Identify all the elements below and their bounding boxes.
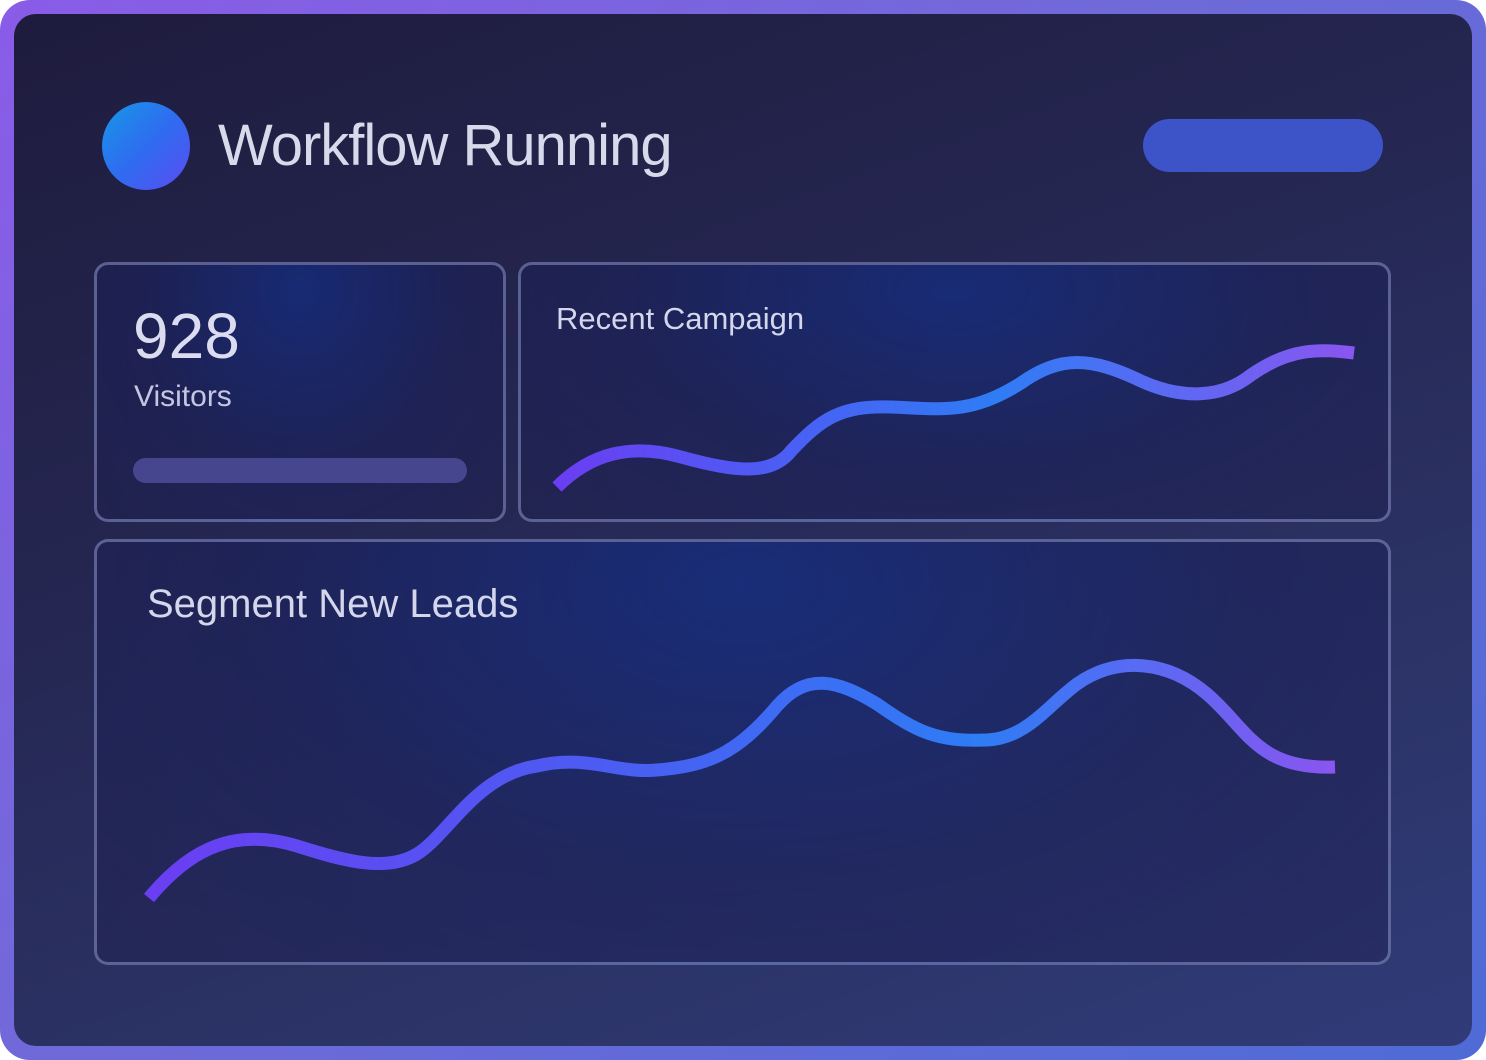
visitors-label: Visitors (134, 380, 232, 413)
status-indicator-icon (102, 102, 190, 190)
recent-campaign-card[interactable]: Recent Campaign (518, 262, 1391, 522)
visitors-progress-bar (133, 458, 467, 483)
segment-new-leads-chart (143, 658, 1336, 903)
recent-campaign-line (552, 344, 1355, 492)
visitors-count: 928 (133, 300, 240, 372)
visitors-card[interactable]: 928 Visitors (94, 262, 506, 522)
recent-campaign-sparkline (552, 344, 1355, 492)
page-title: Workflow Running (218, 113, 673, 178)
header-action-button[interactable] (1143, 119, 1383, 172)
window-frame: Workflow Running 928 Visitors Recent Cam… (0, 0, 1486, 1060)
dashboard-panel: Workflow Running 928 Visitors Recent Cam… (14, 14, 1472, 1046)
segment-new-leads-card[interactable]: Segment New Leads (94, 539, 1391, 965)
segment-new-leads-line (143, 658, 1336, 903)
